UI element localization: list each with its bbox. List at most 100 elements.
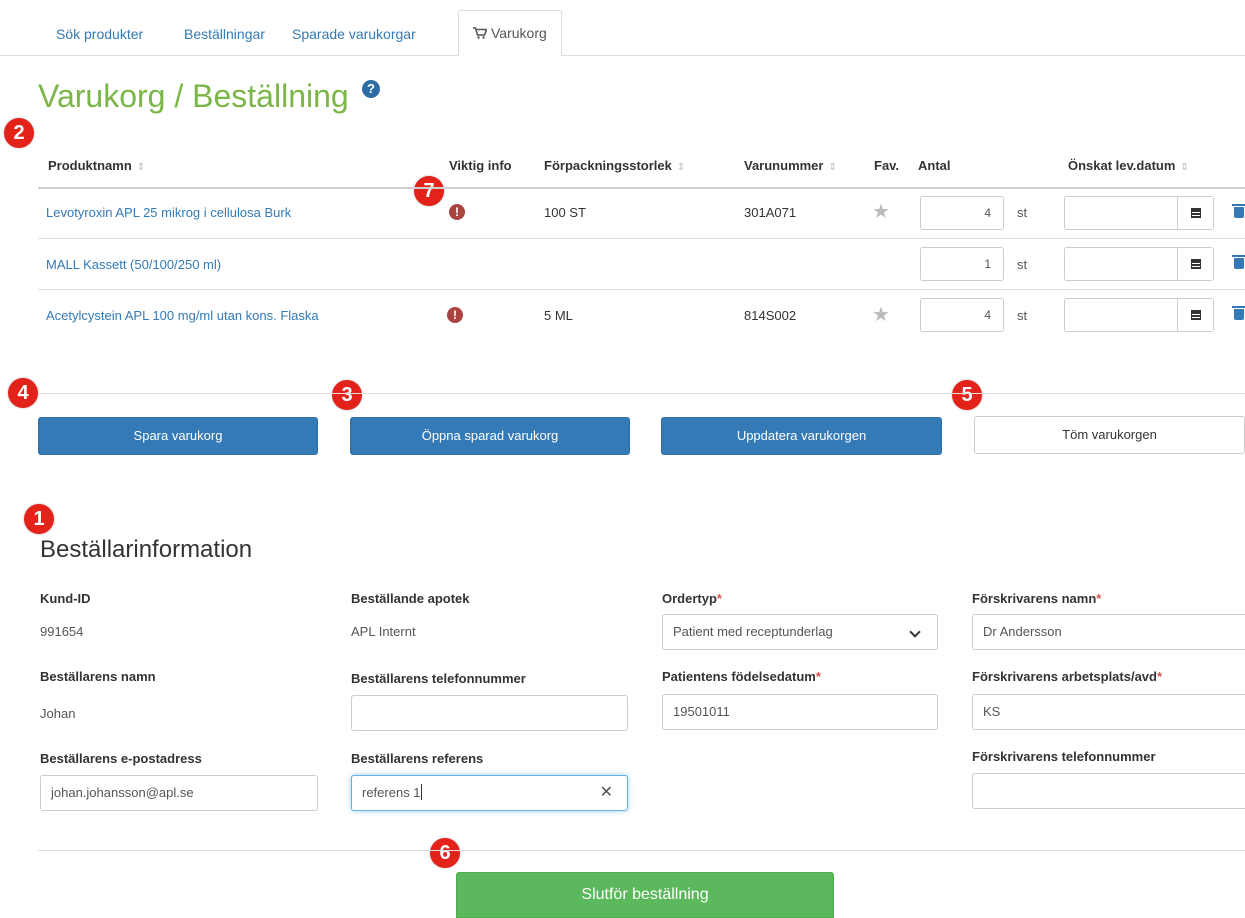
tab-cart[interactable]: Varukorg bbox=[458, 10, 562, 57]
column-header-fav: Fav. bbox=[874, 158, 900, 173]
orderer-name-value: Johan bbox=[40, 706, 76, 721]
trash-icon[interactable] bbox=[1232, 306, 1245, 320]
sort-icon: ⇕ bbox=[1180, 162, 1189, 173]
column-header-pack-label: Förpackningsstorlek bbox=[544, 158, 672, 173]
birthdate-label-text: Patientens födelsedatum bbox=[662, 669, 816, 684]
section-divider bbox=[38, 393, 1245, 394]
update-cart-button[interactable]: Uppdatera varukorgen bbox=[661, 417, 942, 455]
article-number: 301A071 bbox=[744, 205, 797, 220]
prescriber-name-field[interactable]: Dr Andersson bbox=[972, 614, 1245, 650]
workplace-label: Förskrivarens arbetsplats/avd* bbox=[972, 669, 1162, 684]
prescriber-phone-label: Förskrivarens telefonnummer bbox=[972, 749, 1156, 764]
calendar-button[interactable] bbox=[1177, 197, 1213, 229]
calendar-button[interactable] bbox=[1177, 248, 1213, 280]
table-header-divider bbox=[38, 187, 1245, 189]
star-icon[interactable]: ★ bbox=[872, 199, 890, 224]
reference-value: referens 1 bbox=[362, 785, 421, 800]
tab-orders[interactable]: Beställningar bbox=[184, 14, 265, 56]
page-title: Varukorg / Beställning bbox=[38, 78, 349, 114]
delivery-date-input[interactable] bbox=[1064, 298, 1214, 332]
clear-icon[interactable]: ✕ bbox=[600, 776, 613, 810]
column-header-article[interactable]: Varunummer ⇕ bbox=[744, 158, 837, 173]
annotation-badge-1: 1 bbox=[24, 504, 54, 534]
birthdate-label: Patientens födelsedatum* bbox=[662, 669, 821, 684]
column-header-pack[interactable]: Förpackningsstorlek ⇕ bbox=[544, 158, 685, 173]
quantity-input[interactable]: 4 bbox=[920, 298, 1004, 332]
unit-label: st bbox=[1017, 257, 1028, 272]
required-mark: * bbox=[1156, 669, 1163, 684]
tab-cart-label: Varukorg bbox=[491, 25, 547, 41]
pack-size: 5 ML bbox=[544, 308, 573, 323]
article-number: 814S002 bbox=[744, 308, 797, 323]
column-header-article-label: Varunummer bbox=[744, 158, 824, 173]
pack-size: 100 ST bbox=[544, 205, 586, 220]
annotation-badge-2: 2 bbox=[4, 118, 34, 148]
trash-icon[interactable] bbox=[1232, 204, 1245, 218]
text-cursor bbox=[420, 784, 422, 800]
orderer-phone-label: Beställarens telefonnummer bbox=[351, 671, 526, 686]
customer-id-label: Kund-ID bbox=[40, 591, 91, 606]
column-header-product[interactable]: Produktnamn ⇕ bbox=[48, 158, 145, 173]
annotation-badge-6: 6 bbox=[430, 838, 460, 868]
order-type-label: Ordertyp* bbox=[662, 591, 722, 606]
annotation-badge-5: 5 bbox=[952, 380, 982, 410]
open-saved-cart-button[interactable]: Öppna sparad varukorg bbox=[350, 417, 630, 455]
sort-icon: ⇕ bbox=[136, 162, 146, 173]
empty-cart-button[interactable]: Töm varukorgen bbox=[974, 416, 1245, 454]
email-label: Beställarens e-postadress bbox=[40, 751, 202, 766]
sort-icon: ⇕ bbox=[676, 162, 686, 173]
orderer-phone-field[interactable] bbox=[351, 695, 628, 731]
row-divider bbox=[38, 238, 1245, 239]
order-type-value: Patient med receptunderlag bbox=[673, 624, 833, 639]
prescriber-phone-field[interactable] bbox=[972, 773, 1245, 809]
annotation-badge-4: 4 bbox=[8, 378, 38, 408]
exclamation-circle-icon[interactable]: ! bbox=[449, 204, 465, 220]
annotation-badge-3: 3 bbox=[332, 380, 362, 410]
column-header-qty: Antal bbox=[918, 158, 951, 173]
reference-field[interactable]: referens 1 ✕ bbox=[351, 775, 628, 811]
column-header-date-label: Önskat lev.datum bbox=[1068, 158, 1176, 173]
unit-label: st bbox=[1017, 308, 1028, 323]
delivery-date-input[interactable] bbox=[1064, 196, 1214, 230]
save-cart-button[interactable]: Spara varukorg bbox=[38, 417, 318, 455]
required-mark: * bbox=[716, 591, 722, 606]
column-header-date[interactable]: Önskat lev.datum ⇕ bbox=[1068, 158, 1189, 173]
quantity-input[interactable]: 1 bbox=[920, 247, 1004, 281]
birthdate-field[interactable]: 19501011 bbox=[662, 694, 938, 730]
calendar-icon bbox=[1191, 259, 1201, 269]
workplace-label-text: Förskrivarens arbetsplats/avd bbox=[972, 669, 1157, 684]
question-circle-icon[interactable]: ? bbox=[362, 80, 380, 98]
product-link[interactable]: Acetylcystein APL 100 mg/ml utan kons. F… bbox=[46, 308, 319, 323]
quantity-input[interactable]: 4 bbox=[920, 196, 1004, 230]
chevron-down-icon bbox=[909, 626, 921, 638]
prescriber-name-label-text: Förskrivarens namn bbox=[972, 591, 1097, 606]
sort-icon: ⇕ bbox=[828, 162, 837, 173]
order-type-select[interactable]: Patient med receptunderlag bbox=[662, 614, 938, 650]
star-icon[interactable]: ★ bbox=[872, 302, 890, 327]
orderer-name-label: Beställarens namn bbox=[40, 669, 156, 684]
calendar-icon bbox=[1191, 208, 1201, 218]
column-header-product-label: Produktnamn bbox=[48, 158, 132, 173]
tab-saved-carts[interactable]: Sparade varukorgar bbox=[292, 14, 416, 56]
tab-search-products[interactable]: Sök produkter bbox=[56, 14, 143, 56]
product-link[interactable]: Levotyroxin APL 25 mikrog i cellulosa Bu… bbox=[46, 205, 291, 220]
complete-order-button[interactable]: Slutför beställning bbox=[456, 872, 834, 918]
calendar-icon bbox=[1191, 310, 1201, 320]
column-header-info: Viktig info bbox=[449, 158, 512, 173]
delivery-date-input[interactable] bbox=[1064, 247, 1214, 281]
section-title-orderer-info: Beställarinformation bbox=[40, 536, 253, 563]
trash-icon[interactable] bbox=[1232, 255, 1245, 269]
section-divider bbox=[38, 850, 1245, 851]
email-field[interactable]: johan.johansson@apl.se bbox=[40, 775, 318, 811]
workplace-field[interactable]: KS bbox=[972, 694, 1245, 730]
customer-id-value: 991654 bbox=[40, 624, 84, 639]
required-mark: * bbox=[815, 669, 821, 684]
product-link[interactable]: MALL Kassett (50/100/250 ml) bbox=[46, 257, 221, 272]
annotation-badge-7: 7 bbox=[414, 176, 444, 206]
required-mark: * bbox=[1096, 591, 1102, 606]
prescriber-name-label: Förskrivarens namn* bbox=[972, 591, 1101, 606]
pharmacy-value: APL Internt bbox=[351, 624, 416, 639]
exclamation-circle-icon[interactable]: ! bbox=[447, 307, 463, 323]
order-type-label-text: Ordertyp bbox=[662, 591, 717, 606]
calendar-button[interactable] bbox=[1177, 299, 1213, 331]
